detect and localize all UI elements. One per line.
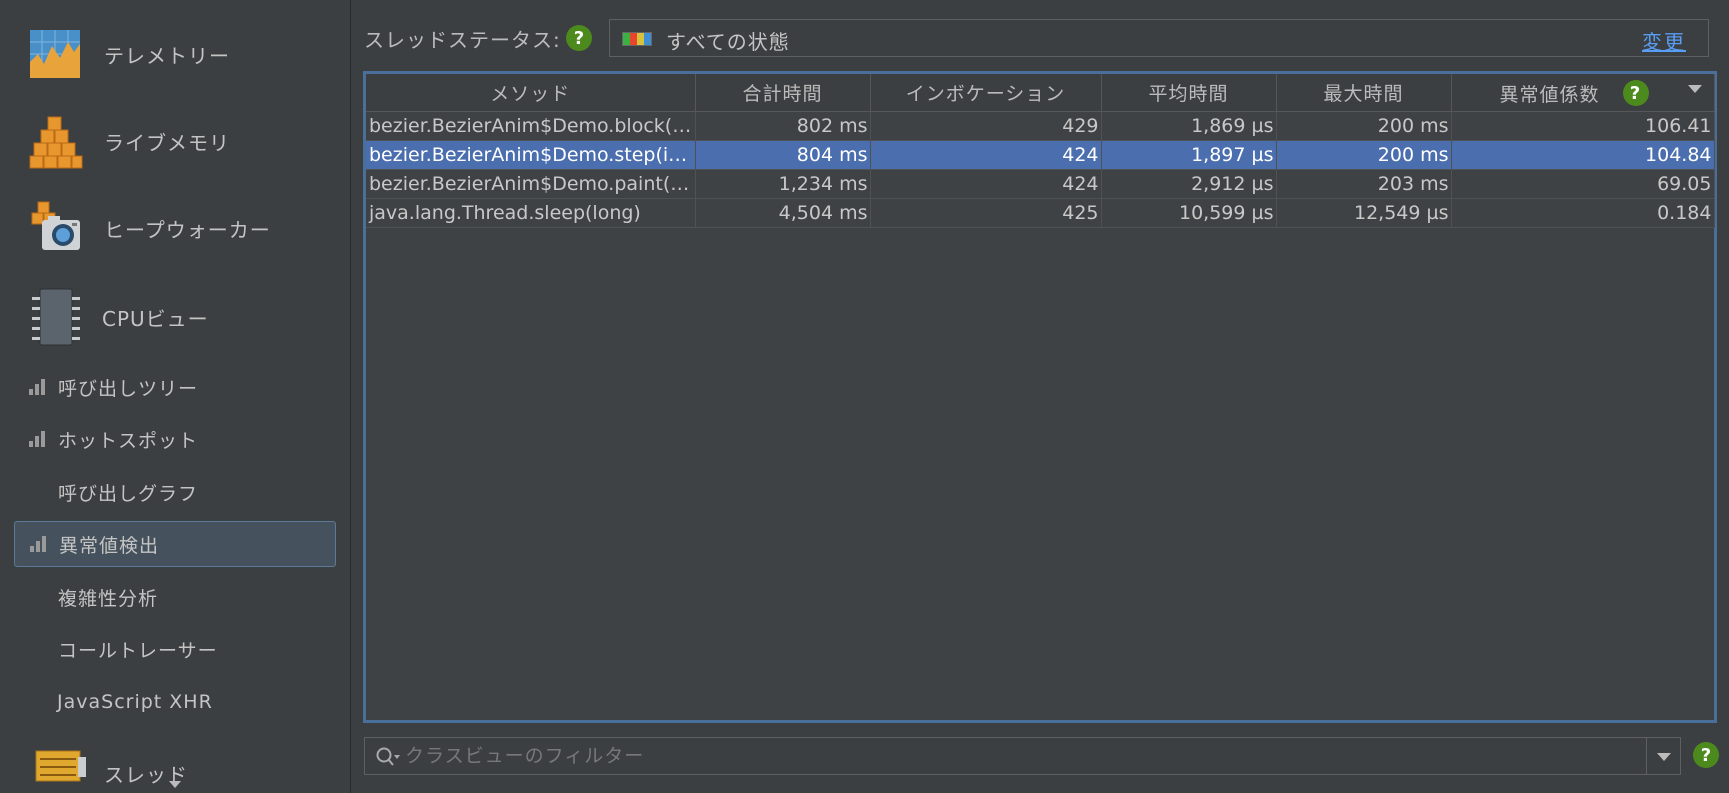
- class-filter-input[interactable]: [405, 738, 1521, 774]
- sidebar-item-outlier-detection[interactable]: 異常値検出: [14, 521, 336, 567]
- average-time-cell: 1,897 µs: [1101, 140, 1277, 170]
- table-row-selected[interactable]: bezier.BezierAnim$Demo.step(int... 804 m…: [366, 140, 1715, 170]
- method-cell: bezier.BezierAnim$Demo.block(b...: [366, 111, 696, 141]
- outlier-detection-view: スレッドステータス: ? すべての状態 変更 メソッド 合計時間 インボケーショ…: [352, 0, 1729, 793]
- sidebar-item-label: 複雑性分析: [58, 587, 159, 610]
- sidebar-item-label: ホットスポット: [58, 429, 199, 452]
- max-time-cell: 203 ms: [1276, 169, 1452, 199]
- thread-status-selector: すべての状態 変更: [609, 19, 1709, 57]
- sort-descending-icon[interactable]: [1687, 85, 1702, 93]
- max-time-cell: 200 ms: [1276, 111, 1452, 141]
- outlier-table: メソッド 合計時間 インボケーション 平均時間 最大時間 異常値係数 ? bez…: [363, 71, 1717, 723]
- class-filter-box: [364, 737, 1681, 775]
- live-memory-icon: [29, 116, 83, 169]
- thread-state-color-icon: [622, 32, 652, 46]
- sidebar-item-live-memory[interactable]: ライブメモリ: [0, 101, 350, 181]
- table-row[interactable]: bezier.BezierAnim$Demo.block(b... 802 ms…: [366, 111, 1715, 141]
- invocations-cell: 429: [870, 111, 1102, 141]
- app-window: テレメトリー ライブメモリ ヒープウォーカー CPUビュー 呼び出しツリー ホッ…: [0, 0, 1729, 793]
- filter-history-dropdown-icon[interactable]: [1646, 738, 1680, 774]
- table-row[interactable]: bezier.BezierAnim$Demo.paint(ja... 1,234…: [366, 169, 1715, 199]
- sidebar-item-call-tree[interactable]: 呼び出しツリー: [14, 364, 336, 410]
- invocations-cell: 424: [870, 140, 1102, 170]
- method-cell: bezier.BezierAnim$Demo.step(int...: [366, 140, 696, 170]
- outlier-coefficient-cell: 69.05: [1451, 169, 1715, 199]
- max-time-cell: 12,549 µs: [1276, 198, 1452, 228]
- sidebar-item-label: コールトレーサー: [58, 639, 218, 662]
- filter-help-icon[interactable]: ?: [1693, 742, 1719, 768]
- average-time-cell: 1,869 µs: [1101, 111, 1277, 141]
- outlier-coefficient-cell: 104.84: [1451, 140, 1715, 170]
- sidebar-item-label: 呼び出しグラフ: [58, 482, 199, 505]
- sidebar-item-cpu-view[interactable]: CPUビュー: [0, 277, 350, 357]
- column-header-total-time[interactable]: 合計時間: [695, 74, 871, 112]
- outlier-coefficient-help-icon[interactable]: ?: [1622, 80, 1649, 106]
- bar-chart-icon: [29, 379, 45, 395]
- total-time-cell: 802 ms: [695, 111, 871, 141]
- threads-icon: [35, 750, 86, 782]
- column-header-method[interactable]: メソッド: [366, 74, 696, 112]
- method-cell: java.lang.Thread.sleep(long): [366, 198, 696, 228]
- column-header-max-time[interactable]: 最大時間: [1276, 74, 1452, 112]
- view-selector-sidebar: テレメトリー ライブメモリ ヒープウォーカー CPUビュー 呼び出しツリー ホッ…: [0, 0, 351, 793]
- change-thread-status-link[interactable]: 変更: [1642, 26, 1686, 55]
- sidebar-item-label: CPUビュー: [102, 306, 209, 331]
- column-header-invocations[interactable]: インボケーション: [870, 74, 1102, 112]
- average-time-cell: 10,599 µs: [1101, 198, 1277, 228]
- sidebar-item-telemetry[interactable]: テレメトリー: [0, 14, 350, 94]
- method-cell: bezier.BezierAnim$Demo.paint(ja...: [366, 169, 696, 199]
- scroll-down-arrow-icon[interactable]: [169, 781, 181, 788]
- table-row[interactable]: java.lang.Thread.sleep(long) 4,504 ms 42…: [366, 198, 1715, 228]
- total-time-cell: 804 ms: [695, 140, 871, 170]
- sidebar-item-complexity-analysis[interactable]: 複雑性分析: [14, 574, 336, 620]
- outlier-coefficient-cell: 0.184: [1451, 198, 1715, 228]
- sidebar-item-label: ライブメモリ: [104, 130, 230, 155]
- max-time-cell: 200 ms: [1276, 140, 1452, 170]
- sidebar-item-heap-walker[interactable]: ヒープウォーカー: [0, 188, 350, 268]
- heap-walker-icon: [31, 201, 80, 250]
- sidebar-item-hotspots[interactable]: ホットスポット: [14, 416, 336, 462]
- sidebar-item-javascript-xhr[interactable]: JavaScript XHR: [14, 679, 336, 725]
- column-header-label: 異常値係数: [1499, 84, 1600, 106]
- telemetry-icon: [30, 30, 80, 78]
- bar-chart-icon: [29, 431, 45, 447]
- bar-chart-icon: [30, 536, 46, 552]
- column-header-outlier-coefficient[interactable]: 異常値係数 ?: [1451, 74, 1715, 112]
- sidebar-item-call-tracer[interactable]: コールトレーサー: [14, 626, 336, 672]
- outlier-coefficient-cell: 106.41: [1451, 111, 1715, 141]
- cpu-view-icon: [32, 288, 80, 346]
- thread-status-label: スレッドステータス:: [364, 28, 561, 52]
- thread-status-help-icon[interactable]: ?: [566, 25, 592, 51]
- sidebar-item-label: 異常値検出: [59, 534, 160, 557]
- total-time-cell: 4,504 ms: [695, 198, 871, 228]
- invocations-cell: 425: [870, 198, 1102, 228]
- sidebar-item-label: テレメトリー: [104, 43, 230, 68]
- average-time-cell: 2,912 µs: [1101, 169, 1277, 199]
- column-header-average-time[interactable]: 平均時間: [1101, 74, 1277, 112]
- sidebar-item-call-graph[interactable]: 呼び出しグラフ: [14, 469, 336, 515]
- invocations-cell: 424: [870, 169, 1102, 199]
- sidebar-item-label: JavaScript XHR: [57, 691, 213, 713]
- sidebar-item-label: 呼び出しツリー: [58, 377, 199, 400]
- table-header: メソッド 合計時間 インボケーション 平均時間 最大時間 異常値係数 ?: [366, 74, 1715, 112]
- sidebar-item-label: ヒープウォーカー: [104, 217, 271, 242]
- thread-status-value: すべての状態: [666, 30, 790, 54]
- total-time-cell: 1,234 ms: [695, 169, 871, 199]
- search-icon[interactable]: [375, 746, 401, 768]
